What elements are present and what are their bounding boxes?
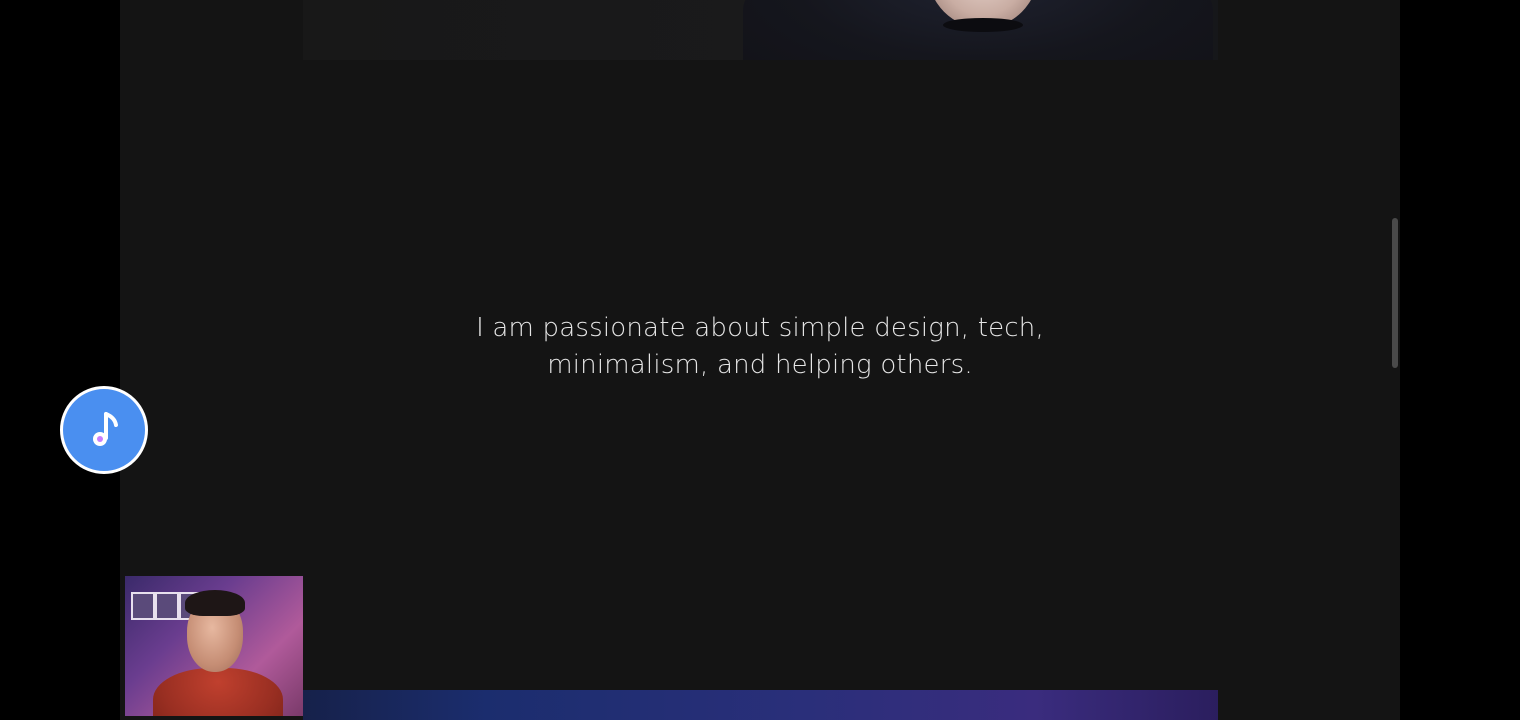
scrollbar-thumb[interactable]: [1392, 218, 1398, 368]
browser-viewport: I am passionate about simple design, tec…: [0, 0, 1520, 720]
presenter-shirt: [153, 668, 283, 716]
page-content: I am passionate about simple design, tec…: [120, 0, 1400, 720]
wall-frame: [131, 592, 155, 620]
music-note-icon: [93, 412, 118, 446]
presenter-hair: [185, 590, 245, 616]
tagline-line-2: minimalism, and helping others.: [547, 350, 973, 380]
webcam-overlay: [125, 576, 303, 716]
tagline-line-1: I am passionate about simple design, tec…: [476, 313, 1044, 343]
wall-frame: [155, 592, 179, 620]
music-player-button[interactable]: [60, 386, 148, 474]
about-tagline: I am passionate about simple design, tec…: [120, 310, 1400, 384]
section-banner-image: [303, 690, 1218, 720]
profile-photo: [303, 0, 1218, 60]
